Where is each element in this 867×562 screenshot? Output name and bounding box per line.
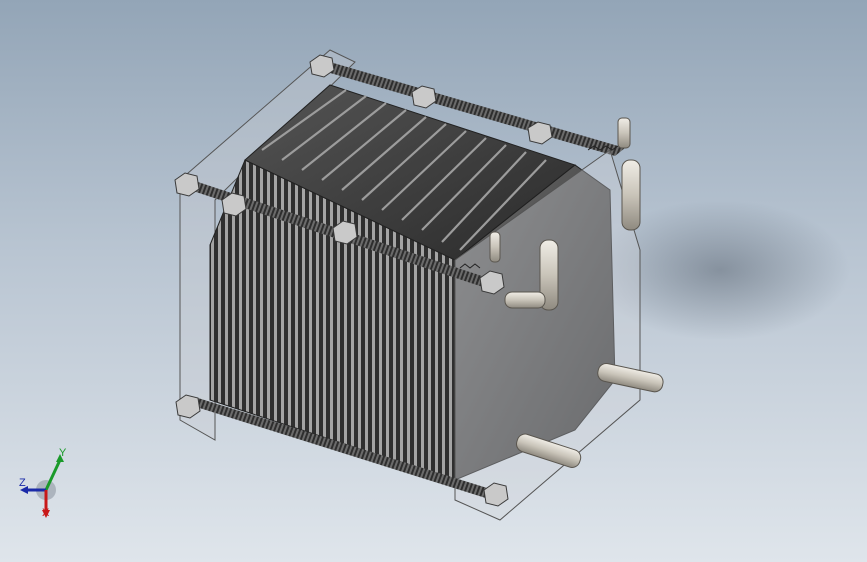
triad-z-label: Z xyxy=(19,477,26,489)
graphics-viewport[interactable]: Y Z X xyxy=(0,0,867,562)
nut-top-back-right[interactable] xyxy=(527,121,553,145)
fitting-small-tube-2[interactable] xyxy=(489,231,501,263)
triad-x-label: X xyxy=(42,507,50,519)
triad-y-label: Y xyxy=(59,447,67,459)
model-3d-view[interactable] xyxy=(0,0,867,562)
fitting-side-pipe[interactable] xyxy=(504,291,546,309)
nut-top-back-mid[interactable] xyxy=(411,85,437,109)
orientation-triad[interactable]: Y Z X xyxy=(14,446,74,526)
fitting-small-tube[interactable] xyxy=(617,117,631,149)
fitting-top-elbow[interactable] xyxy=(621,159,641,231)
